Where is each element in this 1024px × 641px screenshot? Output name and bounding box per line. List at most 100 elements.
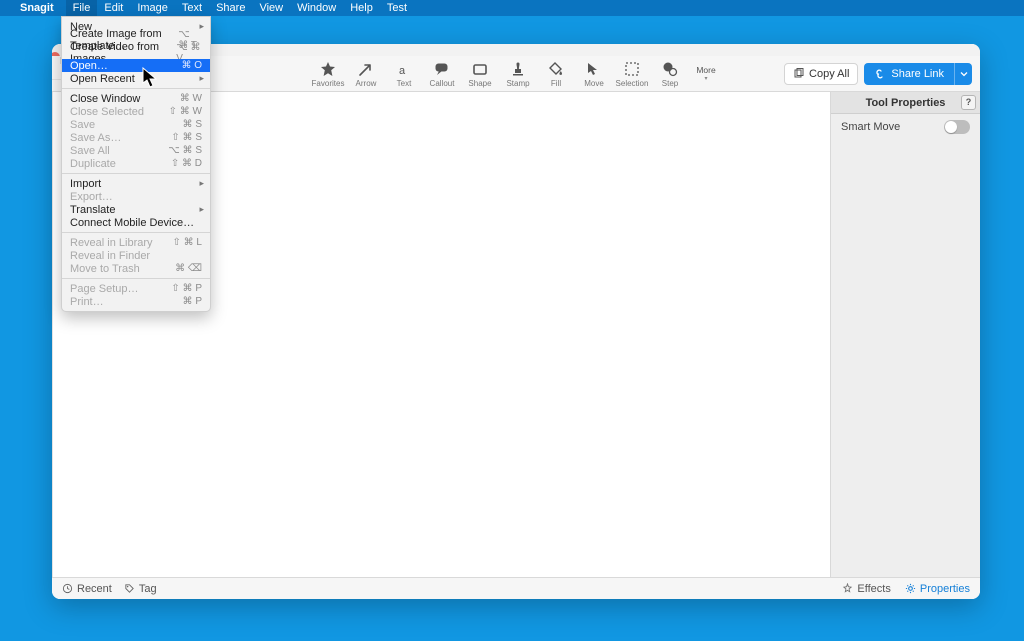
tool-favorites-button[interactable]: Favorites	[309, 56, 347, 92]
recent-label: Recent	[77, 583, 112, 595]
tool-fill-button[interactable]: Fill	[537, 56, 575, 92]
tool-label: Stamp	[506, 79, 529, 88]
menu-item-label: Close Selected	[70, 106, 144, 118]
smart-move-toggle[interactable]	[944, 120, 970, 134]
share-link-button[interactable]: Share Link	[864, 63, 954, 85]
tool-label: Arrow	[356, 79, 377, 88]
tool-label: Favorites	[312, 79, 345, 88]
menu-item-label: Duplicate	[70, 158, 116, 170]
smart-move-row: Smart Move	[831, 114, 980, 140]
step-icon	[661, 60, 679, 78]
file-menu-dropdown: New▸Create Image from Template…⌥ ⌘ TCrea…	[61, 16, 211, 312]
menu-item-close-selected: Close Selected ⇧ ⌘ W	[62, 105, 210, 118]
menu-item-shortcut: ⌘ W	[180, 93, 202, 104]
tool-more-button[interactable]: More▾	[689, 65, 723, 82]
tool-label: Shape	[468, 79, 491, 88]
menu-item-print: Print… ⌘ P	[62, 295, 210, 308]
menu-window[interactable]: Window	[290, 0, 343, 16]
menu-view[interactable]: View	[252, 0, 290, 16]
menu-text[interactable]: Text	[175, 0, 209, 16]
tool-arrow-button[interactable]: Arrow	[347, 56, 385, 92]
arrow-icon	[357, 60, 375, 78]
menu-item-label: Save All	[70, 145, 110, 157]
callout-icon	[433, 60, 451, 78]
tool-selection-button[interactable]: Selection	[613, 56, 651, 92]
tool-properties-panel: Tool Properties ? Smart Move	[830, 92, 980, 577]
effects-button[interactable]: Effects	[842, 583, 890, 595]
menu-item-open-recent[interactable]: Open Recent▸	[62, 72, 210, 85]
tag-icon	[124, 583, 135, 594]
move-icon	[585, 60, 603, 78]
share-link-label: Share Link	[891, 68, 944, 80]
share-icon	[874, 68, 886, 80]
app-name[interactable]: Snagit	[20, 2, 54, 14]
menu-item-label: Open…	[70, 60, 108, 72]
submenu-arrow-icon: ▸	[199, 204, 204, 215]
properties-button[interactable]: Properties	[905, 583, 970, 595]
menu-item-shortcut: ⇧ ⌘ L	[173, 237, 203, 248]
clock-icon	[62, 583, 73, 594]
tool-text-button[interactable]: a Text	[385, 56, 423, 92]
copy-all-button[interactable]: Copy All	[784, 63, 858, 85]
tool-properties-header: Tool Properties ?	[831, 92, 980, 114]
menu-item-label: Close Window	[70, 93, 140, 105]
menu-item-shortcut: ⌘ P	[183, 296, 202, 307]
macos-menubar: Snagit File Edit Image Text Share View W…	[0, 0, 1024, 16]
status-right: Effects Properties	[842, 583, 970, 595]
menu-item-shortcut: ⇧ ⌘ W	[169, 106, 202, 117]
menu-item-reveal-in-finder: Reveal in Finder	[62, 249, 210, 262]
svg-text:a: a	[399, 65, 406, 77]
menu-item-import[interactable]: Import ▸	[62, 177, 210, 190]
menu-file[interactable]: File	[66, 0, 98, 16]
tool-stamp-button[interactable]: Stamp	[499, 56, 537, 92]
menu-test[interactable]: Test	[380, 0, 414, 16]
menu-item-label: Open Recent	[70, 73, 135, 85]
menu-item-close-window[interactable]: Close Window ⌘ W	[62, 92, 210, 105]
menu-item-shortcut: ⌘ S	[183, 119, 202, 130]
menu-separator	[62, 173, 210, 174]
tool-buttons: Favorites Arrow a Text Callout Shape Stamp Fill…	[309, 56, 723, 91]
menu-share[interactable]: Share	[209, 0, 252, 16]
menu-item-label: Save	[70, 119, 95, 131]
tool-shape-button[interactable]: Shape	[461, 56, 499, 92]
copy-icon	[793, 68, 805, 80]
menu-item-label: Import	[70, 178, 101, 190]
menu-item-translate[interactable]: Translate▸	[62, 203, 210, 216]
gear-icon	[905, 583, 916, 594]
submenu-arrow-icon: ▸	[199, 178, 204, 189]
smart-move-label: Smart Move	[841, 121, 900, 133]
menu-item-shortcut: ⇧ ⌘ S	[171, 132, 202, 143]
menu-item-open[interactable]: Open… ⌘ O	[62, 59, 210, 72]
menu-separator	[62, 278, 210, 279]
tool-label: Callout	[430, 79, 455, 88]
menu-item-shortcut: ⇧ ⌘ P	[171, 283, 202, 294]
menu-image[interactable]: Image	[130, 0, 175, 16]
copy-all-label: Copy All	[809, 68, 849, 80]
toolbar-right: Copy All Share Link	[784, 56, 980, 91]
tool-callout-button[interactable]: Callout	[423, 56, 461, 92]
menu-item-label: Reveal in Library	[70, 237, 153, 249]
menu-item-label: Print…	[70, 296, 104, 308]
menu-item-export: Export…	[62, 190, 210, 203]
menu-item-label: Save As…	[70, 132, 121, 144]
share-dropdown-button[interactable]	[954, 63, 972, 85]
status-bar: Recent Tag Effects Properties	[52, 577, 980, 599]
fill-icon	[547, 60, 565, 78]
menu-item-create-video-from-images[interactable]: Create Video from Images…⌥ ⌘ V	[62, 46, 210, 59]
tool-move-button[interactable]: Move	[575, 56, 613, 92]
tool-label: Text	[397, 79, 412, 88]
menu-item-label: Page Setup…	[70, 283, 139, 295]
tool-properties-title: Tool Properties	[866, 97, 946, 109]
tag-button[interactable]: Tag	[124, 583, 157, 595]
menu-item-label: Connect Mobile Device…	[70, 217, 194, 229]
tool-step-button[interactable]: Step	[651, 56, 689, 92]
recent-button[interactable]: Recent	[62, 583, 112, 595]
properties-label: Properties	[920, 583, 970, 595]
menu-item-connect-mobile-device[interactable]: Connect Mobile Device…	[62, 216, 210, 229]
menu-item-shortcut: ⌘ O	[181, 60, 202, 71]
help-button[interactable]: ?	[961, 95, 976, 110]
text-icon: a	[395, 60, 413, 78]
favorites-icon	[319, 60, 337, 78]
menu-help[interactable]: Help	[343, 0, 380, 16]
menu-edit[interactable]: Edit	[97, 0, 130, 16]
